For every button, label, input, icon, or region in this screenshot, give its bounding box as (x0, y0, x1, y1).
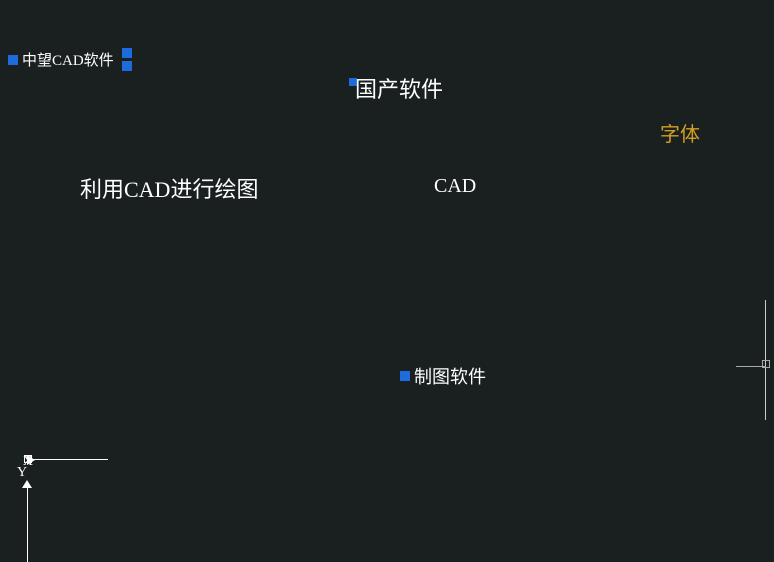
blue-square-topleft (8, 55, 18, 65)
blue-square-zhitu (400, 371, 410, 381)
x-axis-label: X (23, 454, 33, 470)
top-left-text: 中望CAD软件 (22, 49, 114, 70)
main-drawing-text: 利用CAD进行绘图 (80, 172, 258, 204)
zhitu-container: 制图软件 (400, 363, 486, 389)
blue-square-group (122, 48, 132, 71)
blue-square-top (122, 48, 132, 58)
right-tick-line (736, 366, 766, 367)
blue-square-bottom (122, 61, 132, 71)
y-axis-line (27, 482, 28, 562)
cad-canvas: 中望CAD软件 国产软件 字体 利用CAD进行绘图 CAD 制图软件 Y X (0, 0, 774, 500)
ziti-text: 字体 (660, 118, 700, 147)
top-left-label-container: 中望CAD软件 (8, 48, 132, 71)
cad-center-text: CAD (434, 175, 476, 198)
x-axis-line (28, 459, 108, 460)
guochan-text: 国产软件 (355, 72, 443, 104)
zhitu-text: 制图软件 (414, 363, 486, 389)
